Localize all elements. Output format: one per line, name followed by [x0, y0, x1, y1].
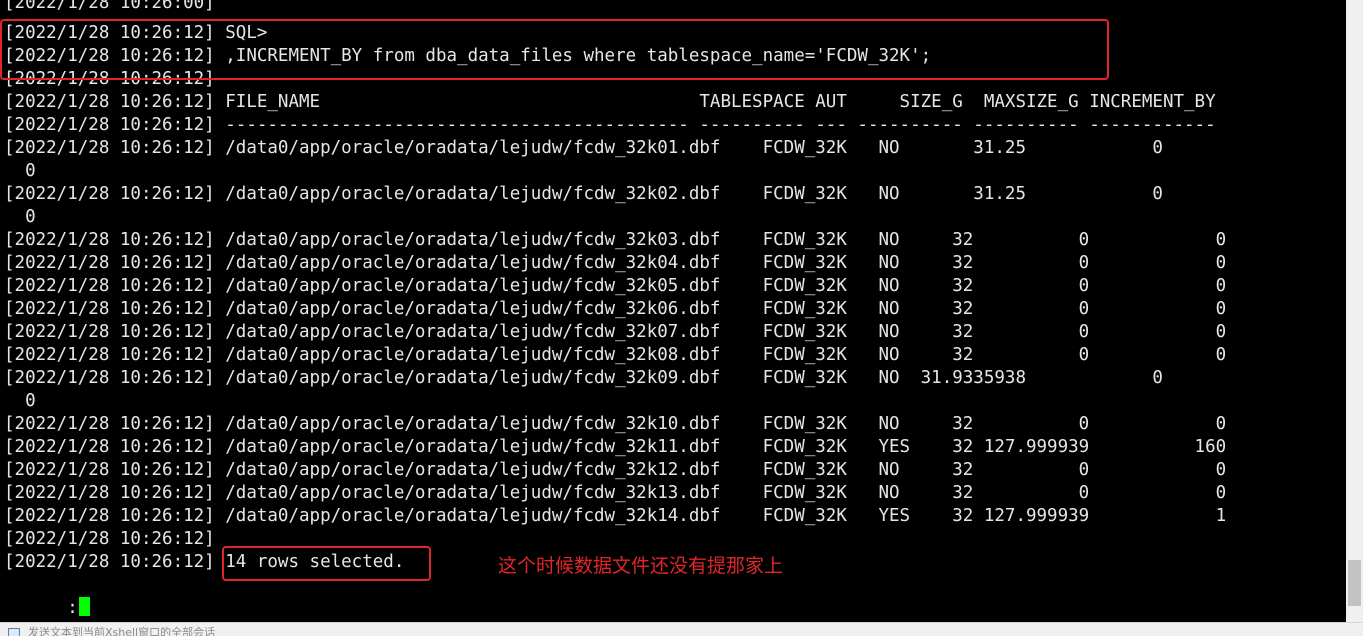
- prompt-symbol: :: [67, 598, 78, 618]
- scrollbar-thumb[interactable]: [1348, 560, 1361, 606]
- terminal-line: [2022/1/28 10:26:12] /data0/app/oracle/o…: [4, 230, 1227, 250]
- terminal-line: [2022/1/28 10:26:12] /data0/app/oracle/o…: [4, 253, 1227, 273]
- terminal-line: [2022/1/28 10:26:12] /data0/app/oracle/o…: [4, 460, 1227, 480]
- command-prompt[interactable]: :: [4, 574, 90, 618]
- text-cursor: [78, 597, 90, 616]
- annotation-note: 这个时候数据文件还没有提那家上: [498, 555, 784, 577]
- terminal-output[interactable]: [2022/1/28 10:26:00] [2022/1/28 10:26:12…: [0, 0, 1346, 622]
- rows-selected-highlight-box: [222, 546, 431, 581]
- xshell-window: [2022/1/28 10:26:00] [2022/1/28 10:26:12…: [0, 0, 1363, 636]
- compose-bar[interactable]: 发送文本到当前Xshell窗口的全部会话: [0, 622, 1363, 636]
- compose-bar-text: 发送文本到当前Xshell窗口的全部会话: [28, 626, 216, 636]
- terminal-line: [2022/1/28 10:26:12] FILE_NAME TABLESPAC…: [4, 92, 1216, 112]
- sql-query-highlight-box: [0, 19, 1109, 80]
- terminal-line: [2022/1/28 10:26:12] /data0/app/oracle/o…: [4, 506, 1227, 526]
- terminal-line: 0: [4, 391, 36, 411]
- terminal-line: [2022/1/28 10:26:12] -------------------…: [4, 115, 1216, 135]
- terminal-line: [2022/1/28 10:26:12] /data0/app/oracle/o…: [4, 414, 1227, 434]
- terminal-line: [2022/1/28 10:26:12] /data0/app/oracle/o…: [4, 345, 1227, 365]
- terminal-line: [2022/1/28 10:26:00]: [4, 0, 215, 13]
- terminal-line: [2022/1/28 10:26:12] /data0/app/oracle/o…: [4, 299, 1227, 319]
- compose-icon[interactable]: [8, 628, 20, 636]
- vertical-scrollbar[interactable]: [1346, 0, 1363, 622]
- terminal-line: 0: [4, 161, 36, 181]
- terminal-line: [2022/1/28 10:26:12] /data0/app/oracle/o…: [4, 184, 1163, 204]
- terminal-line: [2022/1/28 10:26:12] /data0/app/oracle/o…: [4, 368, 1163, 388]
- terminal-line: [2022/1/28 10:26:12]: [4, 529, 215, 549]
- terminal-line: [2022/1/28 10:26:12] /data0/app/oracle/o…: [4, 322, 1227, 342]
- terminal-line: [2022/1/28 10:26:12] /data0/app/oracle/o…: [4, 138, 1163, 158]
- terminal-line: [2022/1/28 10:26:12] /data0/app/oracle/o…: [4, 483, 1227, 503]
- terminal-line: [2022/1/28 10:26:12] /data0/app/oracle/o…: [4, 437, 1227, 457]
- terminal-line: 0: [4, 207, 36, 227]
- terminal-line: [2022/1/28 10:26:12] /data0/app/oracle/o…: [4, 276, 1227, 296]
